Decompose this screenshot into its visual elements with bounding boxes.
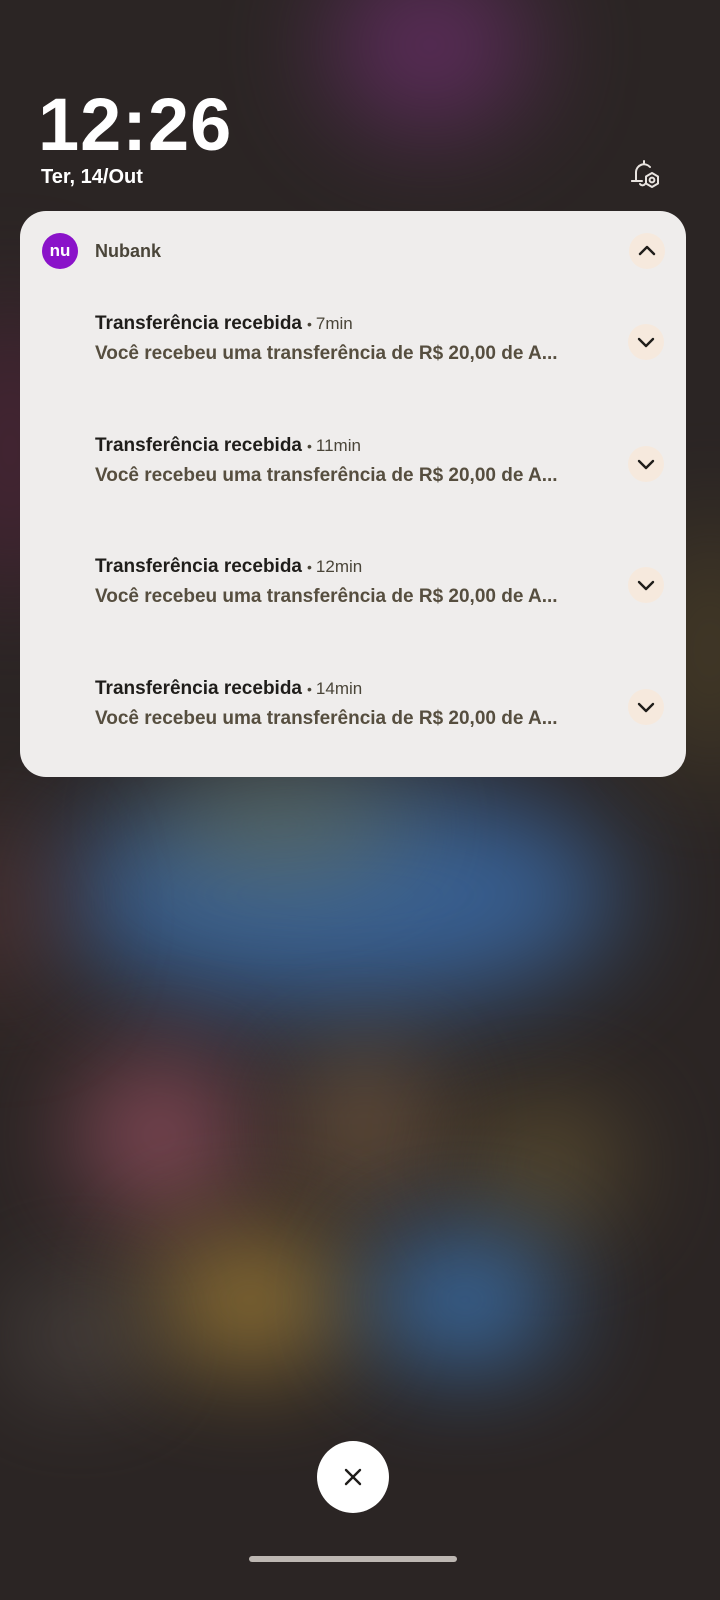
- notification-group-card[interactable]: nu Nubank Transferência recebida • 7min Vo…: [20, 211, 686, 777]
- close-icon: [344, 1468, 362, 1486]
- notification-body: Você recebeu uma transferência de R$ 20,…: [95, 708, 558, 729]
- notification-title: Transferência recebida: [95, 556, 302, 577]
- notification-settings-icon[interactable]: [626, 156, 662, 192]
- clear-all-notifications-button[interactable]: [317, 1441, 389, 1513]
- notification-body: Você recebeu uma transferência de R$ 20,…: [95, 586, 558, 607]
- app-name: Nubank: [95, 241, 162, 261]
- lockscreen-date: Ter, 14/Out: [41, 166, 143, 188]
- notification-body: Você recebeu uma transferência de R$ 20,…: [95, 465, 558, 486]
- notification-item[interactable]: Transferência recebida • 11min Você recebe…: [95, 435, 675, 501]
- lockscreen-clock: 12:26: [38, 83, 233, 166]
- separator-dot: •: [307, 681, 312, 697]
- notification-group-header[interactable]: nu Nubank: [42, 233, 665, 269]
- notification-title: Transferência recebida: [95, 313, 302, 334]
- notification-title: Transferência recebida: [95, 678, 302, 699]
- notification-body: Você recebeu uma transferência de R$ 20,…: [95, 343, 558, 364]
- notification-item[interactable]: Transferência recebida • 12min Você recebe…: [95, 556, 675, 622]
- chevron-down-icon: [637, 337, 655, 348]
- chevron-down-icon: [637, 459, 655, 470]
- notification-time: 11min: [315, 436, 361, 455]
- gesture-navigation-bar[interactable]: [249, 1556, 457, 1562]
- notification-time: 12min: [315, 557, 363, 576]
- chevron-up-icon: [638, 245, 656, 256]
- expand-notification-button[interactable]: [628, 446, 664, 482]
- notification-item[interactable]: Transferência recebida • 14min Você recebe…: [95, 678, 675, 744]
- collapse-group-button[interactable]: [629, 233, 665, 269]
- notification-title: Transferência recebida: [95, 435, 302, 456]
- chevron-down-icon: [637, 580, 655, 591]
- expand-notification-button[interactable]: [628, 324, 664, 360]
- expand-notification-button[interactable]: [628, 567, 664, 603]
- notification-time: 7min: [315, 314, 353, 333]
- separator-dot: •: [307, 316, 312, 332]
- chevron-down-icon: [637, 702, 655, 713]
- separator-dot: •: [307, 559, 312, 575]
- separator-dot: •: [307, 438, 312, 454]
- notification-item[interactable]: Transferência recebida • 7min Você recebeu…: [95, 313, 675, 379]
- expand-notification-button[interactable]: [628, 689, 664, 725]
- nubank-logo: nu: [42, 233, 78, 269]
- notification-time: 14min: [315, 679, 363, 698]
